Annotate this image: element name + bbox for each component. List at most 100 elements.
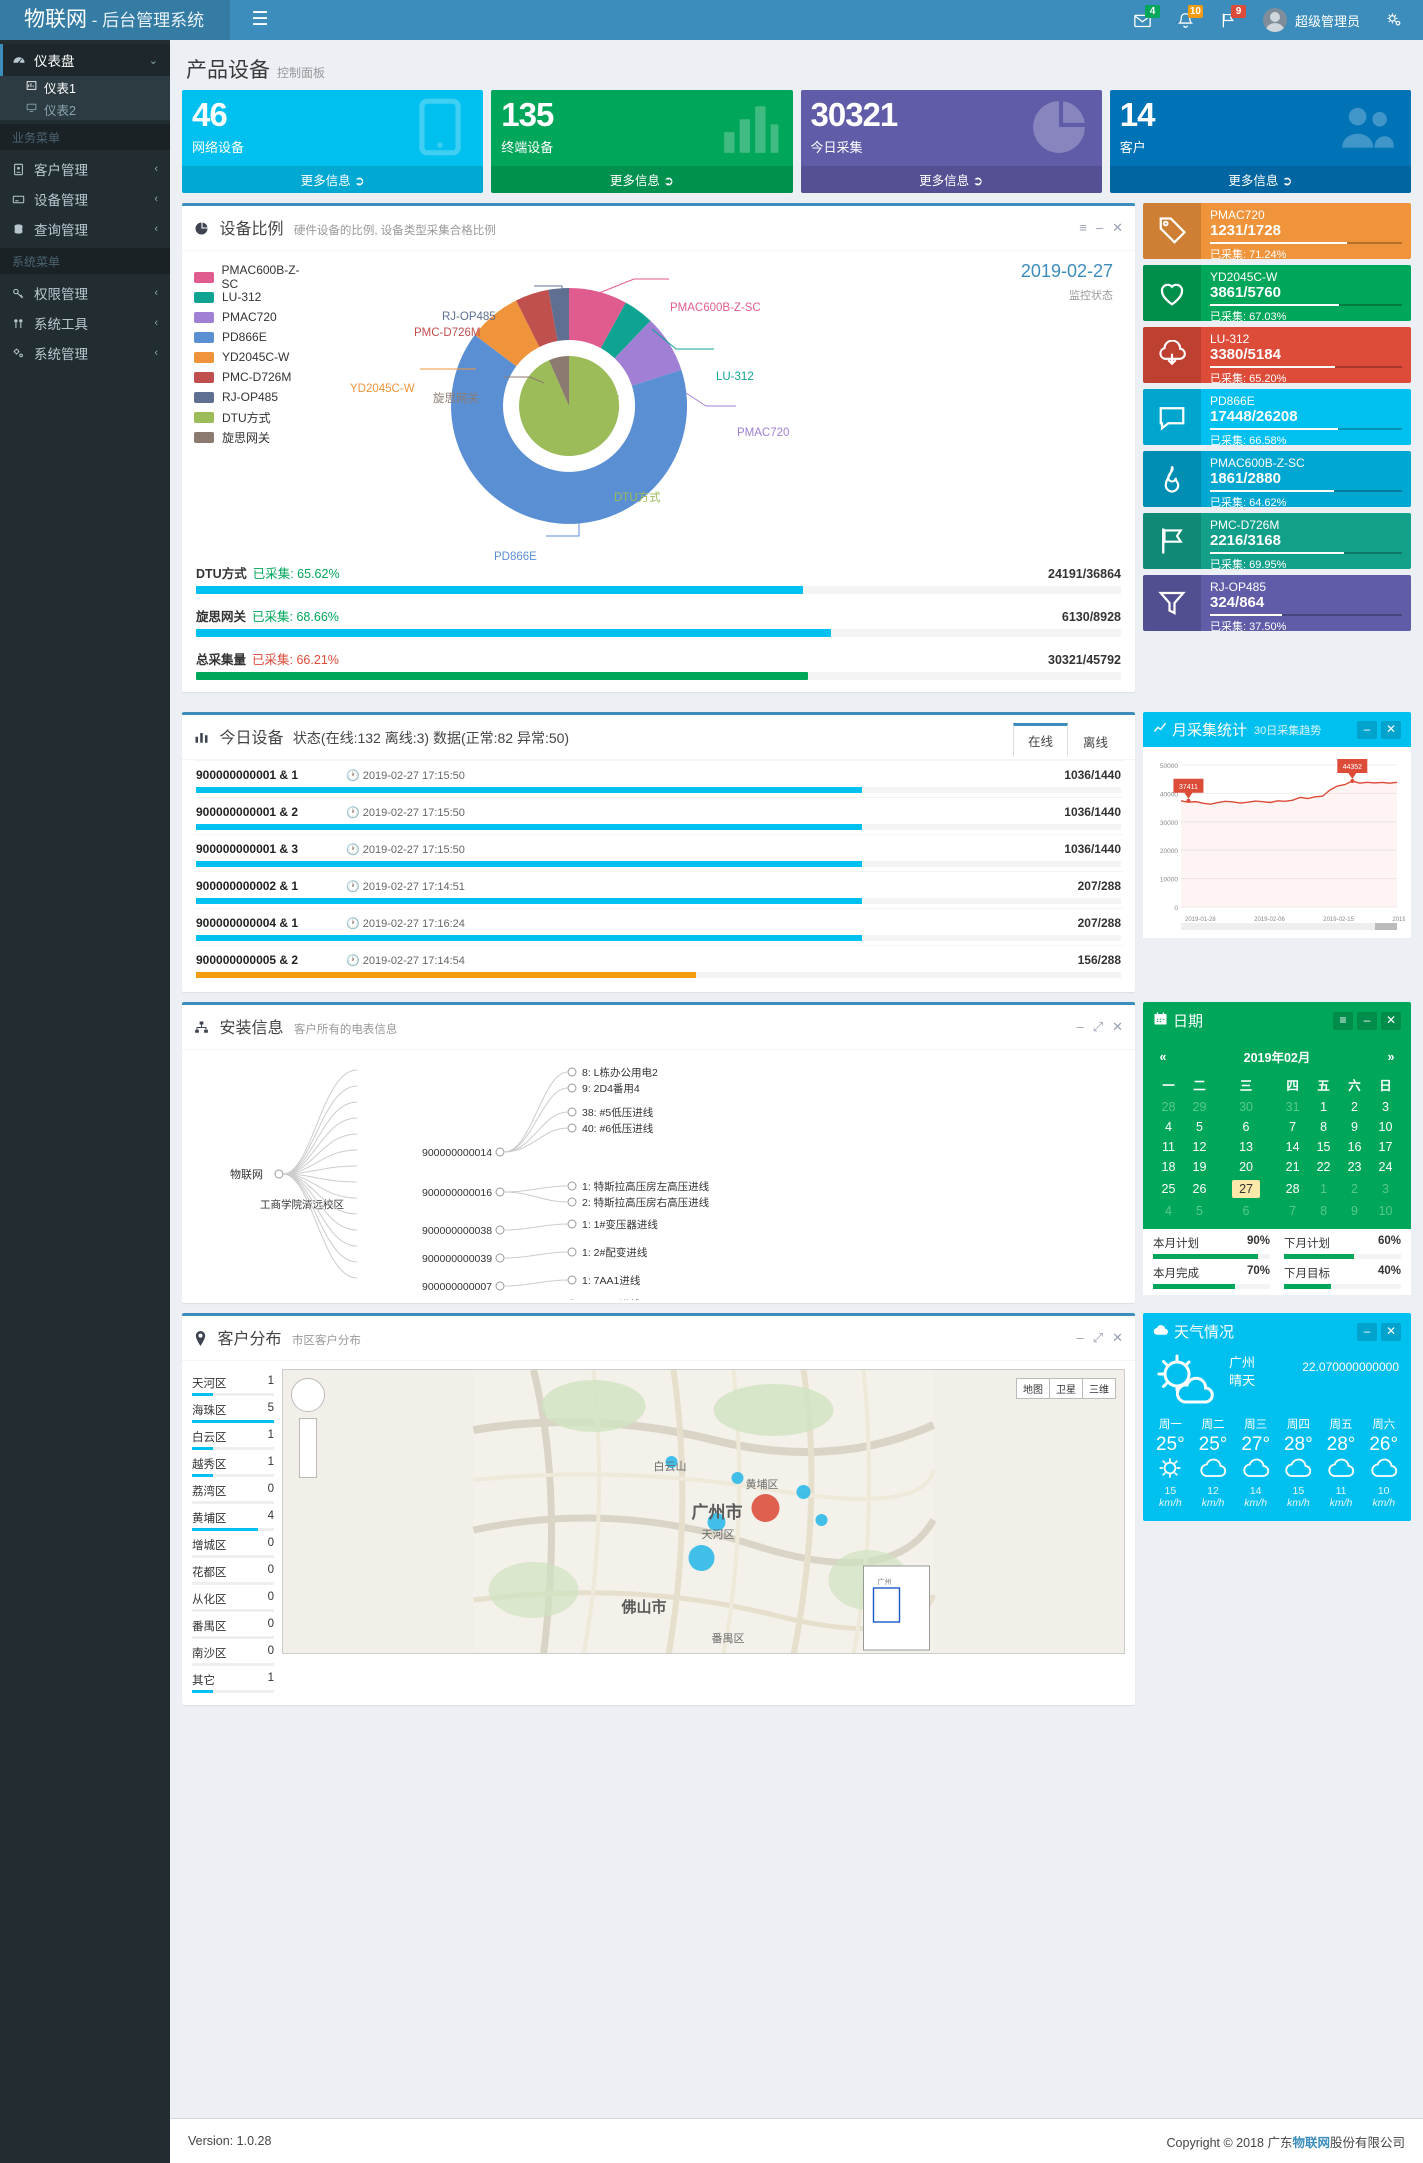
legend-item[interactable]: PMAC720 (194, 307, 314, 327)
map-type-map[interactable]: 地图 (1016, 1378, 1050, 1399)
stat-more-link[interactable]: 更多信息 ➲ (491, 166, 793, 193)
calendar-day[interactable]: 2 (1339, 1097, 1370, 1117)
calendar-day[interactable]: 31 (1277, 1097, 1308, 1117)
calendar-day[interactable]: 4 (1153, 1201, 1184, 1221)
legend-item[interactable]: PMAC600B-Z-SC (194, 263, 314, 291)
calendar-day[interactable]: 2 (1339, 1177, 1370, 1201)
map-type-3d[interactable]: 三维 (1083, 1378, 1116, 1399)
district-row[interactable]: 南沙区 0 (192, 1643, 274, 1670)
calendar-day[interactable]: 17 (1370, 1137, 1401, 1157)
legend-item[interactable]: PD866E (194, 327, 314, 347)
district-row[interactable]: 增城区 0 (192, 1535, 274, 1562)
sidebar-item-permission-management[interactable]: 权限管理 ‹ (0, 278, 170, 308)
user-menu[interactable]: 超级管理员 (1250, 0, 1373, 40)
panel-minimize-icon[interactable]: – (1096, 220, 1103, 236)
stat-more-link[interactable]: 更多信息 ➲ (182, 166, 484, 193)
calendar-day[interactable]: 30 (1215, 1097, 1277, 1117)
district-row[interactable]: 番禺区 0 (192, 1616, 274, 1643)
today-device-row[interactable]: 900000000002 & 1 🕐 2019-02-27 17:14:51 2… (194, 871, 1123, 908)
calendar-day[interactable]: 13 (1215, 1137, 1277, 1157)
map-canvas[interactable]: 广州市 佛山市 黄埔区 天河区 番禺区 白云山 广州 地图 卫星 三维 (282, 1369, 1125, 1654)
calendar-close-icon[interactable]: ✕ (1381, 1011, 1401, 1030)
district-row[interactable]: 荔湾区 0 (192, 1481, 274, 1508)
panel-close-icon[interactable]: ✕ (1112, 220, 1123, 236)
calendar-day[interactable]: 23 (1339, 1157, 1370, 1177)
calendar-day[interactable]: 5 (1184, 1117, 1215, 1137)
calendar-day[interactable]: 6 (1215, 1117, 1277, 1137)
sidebar-item-dashboard-1[interactable]: 仪表1 (0, 76, 170, 98)
legend-item[interactable]: PMC-D726M (194, 367, 314, 387)
month-chart-minimize-icon[interactable]: – (1357, 720, 1377, 739)
calendar-day[interactable]: 27 (1215, 1177, 1277, 1201)
calendar-minimize-icon[interactable]: – (1357, 1011, 1377, 1030)
device-collection-card[interactable]: PMAC600B-Z-SC 1861/2880 已采集: 64.62% (1143, 451, 1411, 507)
calendar-day[interactable]: 9 (1339, 1117, 1370, 1137)
calendar-day[interactable]: 19 (1184, 1157, 1215, 1177)
device-collection-card[interactable]: PMC-D726M 2216/3168 已采集: 69.95% (1143, 513, 1411, 569)
distribution-minimize-icon[interactable]: – (1076, 1330, 1083, 1346)
tab-offline[interactable]: 离线 (1068, 726, 1123, 757)
district-row[interactable]: 白云区 1 (192, 1427, 274, 1454)
messages-button[interactable]: 4 (1121, 0, 1164, 40)
calendar-prev-button[interactable]: « (1153, 1050, 1173, 1064)
sidebar-item-customer-management[interactable]: 客户管理 ‹ (0, 154, 170, 184)
legend-item[interactable]: RJ-OP485 (194, 387, 314, 407)
notifications-button[interactable]: 10 (1164, 0, 1207, 40)
calendar-day[interactable]: 16 (1339, 1137, 1370, 1157)
district-row[interactable]: 天河区 1 (192, 1373, 274, 1400)
calendar-day[interactable]: 5 (1184, 1201, 1215, 1221)
month-chart-close-icon[interactable]: ✕ (1381, 720, 1401, 739)
district-row[interactable]: 从化区 0 (192, 1589, 274, 1616)
device-collection-card[interactable]: RJ-OP485 324/864 已采集: 37.50% (1143, 575, 1411, 631)
district-row[interactable]: 黄埔区 4 (192, 1508, 274, 1535)
install-minimize-icon[interactable]: – (1076, 1019, 1083, 1035)
calendar-day[interactable]: 28 (1277, 1177, 1308, 1201)
sidebar-item-system-management[interactable]: 系统管理 ‹ (0, 338, 170, 368)
calendar-next-button[interactable]: » (1381, 1050, 1401, 1064)
calendar-day[interactable]: 29 (1184, 1097, 1215, 1117)
district-row[interactable]: 越秀区 1 (192, 1454, 274, 1481)
calendar-day[interactable]: 28 (1153, 1097, 1184, 1117)
calendar-day[interactable]: 6 (1215, 1201, 1277, 1221)
sidebar-toggle-button[interactable]: ☰ (240, 0, 280, 40)
calendar-day[interactable]: 18 (1153, 1157, 1184, 1177)
device-collection-card[interactable]: PMAC720 1231/1728 已采集: 71.24% (1143, 203, 1411, 259)
calendar-menu-icon[interactable]: ≡ (1333, 1011, 1353, 1030)
map-pan-control[interactable] (291, 1378, 325, 1412)
stat-more-link[interactable]: 更多信息 ➲ (1109, 166, 1411, 193)
settings-button[interactable] (1373, 0, 1415, 40)
calendar-day[interactable]: 9 (1339, 1201, 1370, 1221)
calendar-day[interactable]: 24 (1370, 1157, 1401, 1177)
sidebar-item-system-tools[interactable]: 系统工具 ‹ (0, 308, 170, 338)
calendar-day[interactable]: 10 (1370, 1117, 1401, 1137)
device-collection-card[interactable]: LU-312 3380/5184 已采集: 65.20% (1143, 327, 1411, 383)
weather-close-icon[interactable]: ✕ (1381, 1322, 1401, 1341)
today-device-row[interactable]: 900000000001 & 3 🕐 2019-02-27 17:15:50 1… (194, 834, 1123, 871)
district-row[interactable]: 花都区 0 (192, 1562, 274, 1589)
tab-online[interactable]: 在线 (1012, 723, 1068, 757)
today-device-row[interactable]: 900000000001 & 2 🕐 2019-02-27 17:15:50 1… (194, 797, 1123, 834)
install-expand-icon[interactable]: ⤢ (1093, 1019, 1103, 1035)
calendar-day[interactable]: 25 (1153, 1177, 1184, 1201)
calendar-day[interactable]: 11 (1153, 1137, 1184, 1157)
calendar-day[interactable]: 8 (1308, 1201, 1339, 1221)
calendar-day[interactable]: 8 (1308, 1117, 1339, 1137)
district-row[interactable]: 其它 1 (192, 1670, 274, 1697)
calendar-day[interactable]: 7 (1277, 1201, 1308, 1221)
today-device-row[interactable]: 900000000004 & 1 🕐 2019-02-27 17:16:24 2… (194, 908, 1123, 945)
calendar-day[interactable]: 10 (1370, 1201, 1401, 1221)
calendar-day[interactable]: 12 (1184, 1137, 1215, 1157)
calendar-day[interactable]: 15 (1308, 1137, 1339, 1157)
legend-item[interactable]: 旋思网关 (194, 427, 314, 447)
stat-more-link[interactable]: 更多信息 ➲ (800, 166, 1102, 193)
calendar-day[interactable]: 3 (1370, 1097, 1401, 1117)
today-device-row[interactable]: 900000000005 & 2 🕐 2019-02-27 17:14:54 1… (194, 945, 1123, 982)
calendar-day[interactable]: 22 (1308, 1157, 1339, 1177)
district-row[interactable]: 海珠区 5 (192, 1400, 274, 1427)
calendar-day[interactable]: 20 (1215, 1157, 1277, 1177)
weather-minimize-icon[interactable]: – (1357, 1322, 1377, 1341)
distribution-close-icon[interactable]: ✕ (1112, 1330, 1123, 1346)
device-collection-card[interactable]: PD866E 17448/26208 已采集: 66.58% (1143, 389, 1411, 445)
calendar-day[interactable]: 21 (1277, 1157, 1308, 1177)
calendar-day[interactable]: 14 (1277, 1137, 1308, 1157)
